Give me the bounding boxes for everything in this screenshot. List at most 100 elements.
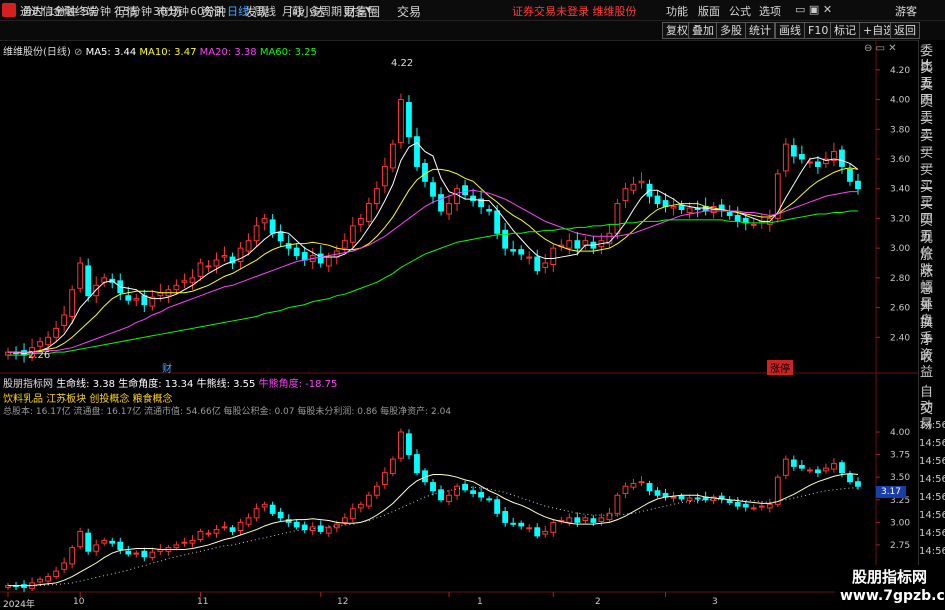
stock-name: 维维股份 xyxy=(592,5,637,18)
kline-chart[interactable]: 4.20 4.00 3.80 3.60 3.40 3.20 3.00 2.80 2.60 2.40… xyxy=(0,40,918,609)
sub-candle-body xyxy=(839,462,845,474)
candle-body xyxy=(61,314,68,326)
candle-body xyxy=(446,203,452,215)
sub-candle-body xyxy=(197,530,204,541)
period-multi[interactable]: 多周期 xyxy=(309,3,342,19)
candle-body xyxy=(638,180,645,184)
period-60min[interactable]: 60分钟 xyxy=(190,3,226,19)
period-fenshi[interactable]: 分时 xyxy=(22,3,44,19)
candle-body xyxy=(782,143,789,172)
candle-body xyxy=(798,154,805,160)
menu-jiaoyi[interactable]: 交易 xyxy=(397,3,421,20)
period-more[interactable]: 更多 xyxy=(343,3,365,19)
btn-tongji[interactable]: 统计 xyxy=(745,22,775,39)
menu-gongshi[interactable]: 公式 xyxy=(729,3,751,19)
sub-candle-body xyxy=(229,527,236,532)
sub-candle-body xyxy=(478,492,485,498)
more-dropdown-icon[interactable]: ▾ xyxy=(366,3,372,16)
sub-y-tick-label: 3.00 xyxy=(890,518,910,528)
candle-body xyxy=(750,223,757,226)
sub-candle-body xyxy=(598,517,605,522)
period-monthly[interactable]: 月线 xyxy=(282,3,304,19)
candle-body xyxy=(293,247,300,257)
sub-candle-body xyxy=(269,504,276,514)
btn-duogu[interactable]: 多股 xyxy=(716,22,746,39)
sub-candle-body xyxy=(606,512,613,521)
btn-huaxian[interactable]: 画线 xyxy=(775,22,805,39)
login-status[interactable]: 证券交易未登录 维维股份 xyxy=(512,3,637,19)
tick-time: 14:56 xyxy=(919,420,945,431)
sub-candle-body xyxy=(486,498,493,501)
sub-candle-body xyxy=(205,532,212,535)
menu-xuanxiang[interactable]: 选项 xyxy=(759,3,781,19)
candle-body xyxy=(37,341,43,347)
sub-candle-body xyxy=(510,522,517,525)
candle-body xyxy=(141,295,148,306)
sub-candle-body xyxy=(237,521,244,531)
x-label-2024: 2024年 xyxy=(3,600,35,610)
btn-f10[interactable]: F10 xyxy=(804,22,833,39)
candle-body xyxy=(221,255,228,258)
close-icon[interactable]: ✕ xyxy=(823,3,832,16)
candle-body xyxy=(77,262,84,289)
x-label-11: 11 xyxy=(197,597,209,607)
candle-body xyxy=(213,259,220,267)
period-5min[interactable]: 5分钟 xyxy=(82,3,111,19)
sub-candle-body xyxy=(774,476,781,505)
sub-candle-body xyxy=(630,483,637,488)
y-tick-label: 2.80 xyxy=(890,274,910,284)
sub-chart-legend: 股朋指标网 生命线: 3.38 生命角度: 13.34 牛熊线: 3.55 牛熊… xyxy=(3,375,337,390)
menu-gongneng[interactable]: 功能 xyxy=(666,3,688,19)
zhangting-badge[interactable]: 涨停 xyxy=(767,360,793,375)
y-tick-label: 3.80 xyxy=(890,125,910,135)
period-1min[interactable]: 1分钟 xyxy=(48,3,77,19)
sub-candle-body xyxy=(694,497,701,500)
candle-body xyxy=(510,249,517,252)
sub-candle-body xyxy=(782,458,789,476)
sub-candle-body xyxy=(814,469,821,474)
btn-diejia[interactable]: 叠加 xyxy=(688,22,718,39)
candle-body xyxy=(253,225,260,242)
menu-banmian[interactable]: 版面 xyxy=(698,3,720,19)
sub-candle-body xyxy=(293,521,300,528)
cai-marker[interactable]: 财 xyxy=(162,360,172,375)
sub-candle-body xyxy=(542,530,549,535)
sub-candle-body xyxy=(77,530,84,548)
period-30min[interactable]: 30分钟 xyxy=(153,3,189,19)
sub-y-tick-label: 3.50 xyxy=(890,473,910,483)
candle-body xyxy=(839,149,845,167)
period-daily[interactable]: 日线 xyxy=(227,3,249,19)
sub-candle-body xyxy=(446,494,452,503)
sub-candle-body xyxy=(622,485,629,494)
candle-body xyxy=(630,183,637,191)
minimize-icon[interactable]: ▭ xyxy=(795,3,805,16)
candle-body xyxy=(277,231,284,242)
candle-body xyxy=(269,219,276,234)
window-controls[interactable]: ▭ ▣ ✕ xyxy=(795,3,832,16)
sub-candle-body xyxy=(133,552,140,555)
sub-candle-body xyxy=(85,532,92,552)
y-tick-label: 3.60 xyxy=(890,155,910,165)
candle-body xyxy=(726,211,733,216)
sub-candle-body xyxy=(213,529,220,534)
sub-candle-body xyxy=(847,473,853,483)
y-tick-label: 4.20 xyxy=(890,66,910,76)
ma5-line xyxy=(8,142,859,355)
candle-body xyxy=(85,265,92,297)
sub-candle-body xyxy=(109,540,116,544)
candle-body xyxy=(670,206,677,209)
sub-candle-body xyxy=(526,527,533,530)
y-tick-label: 4.00 xyxy=(890,96,910,106)
btn-biaoji[interactable]: 标记 xyxy=(830,22,860,39)
tick-time: 14:56 xyxy=(919,474,945,485)
guest-label[interactable]: 游客 xyxy=(895,3,917,19)
btn-fanhui[interactable]: 返回 xyxy=(890,22,920,39)
candle-body xyxy=(814,161,821,167)
restore-icon[interactable]: ▣ xyxy=(809,3,819,16)
watermark-url: www.7gpzb.com xyxy=(840,588,945,604)
period-weekly[interactable]: 周线 xyxy=(254,3,276,19)
low-annotation: 2.26 xyxy=(28,350,51,361)
candle-body xyxy=(734,214,741,222)
candle-body xyxy=(654,195,661,205)
period-15min[interactable]: 15分钟 xyxy=(116,3,152,19)
